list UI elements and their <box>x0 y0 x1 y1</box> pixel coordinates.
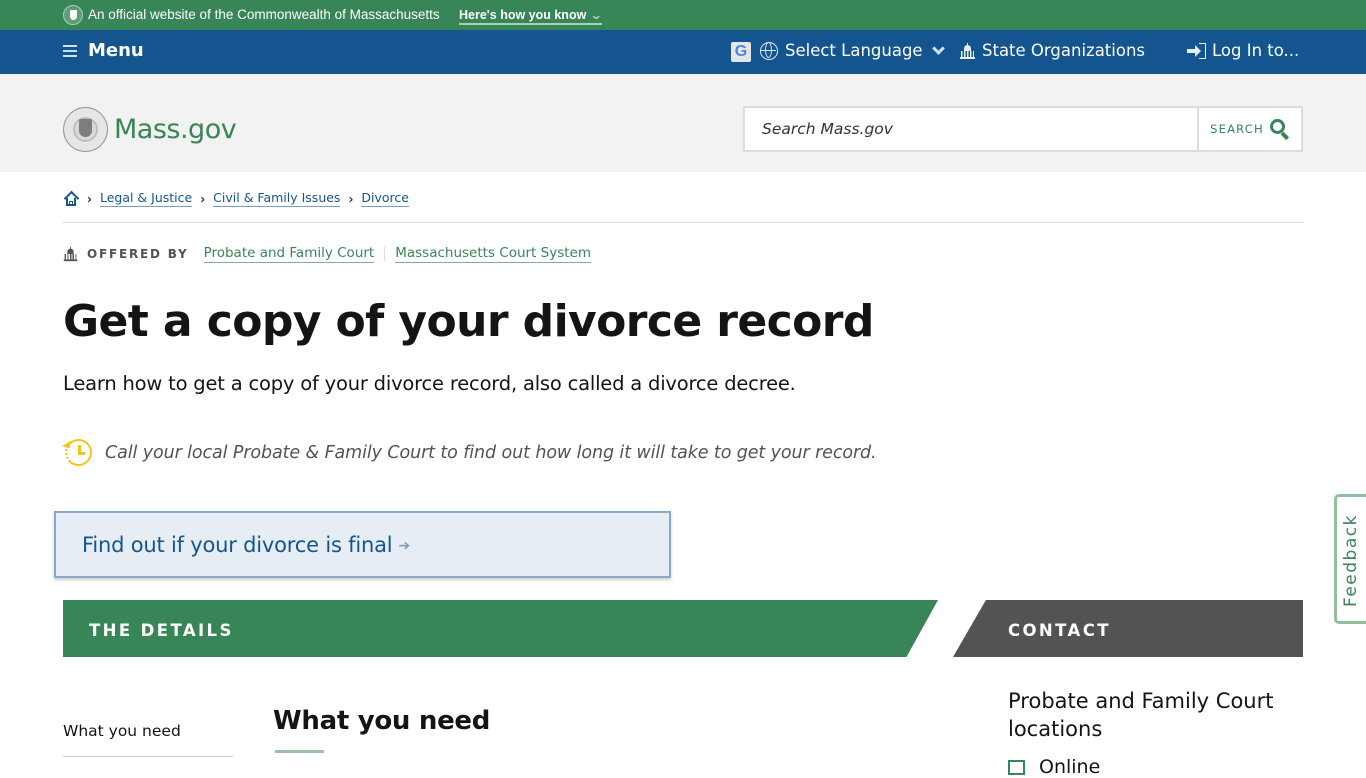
site-header: Mass.gov SEARCH <box>0 74 1366 172</box>
page-lede: Learn how to get a copy of your divorce … <box>63 372 796 395</box>
chevron-right-icon: › <box>348 190 354 207</box>
site-search: SEARCH <box>743 106 1303 152</box>
feedback-label: Feedback <box>1341 514 1361 607</box>
page-title: Get a copy of your divorce record <box>63 296 874 347</box>
toc-divider <box>63 756 233 757</box>
offered-by: OFFERED BY Probate and Family Court Mass… <box>63 245 591 263</box>
state-organizations-label: State Organizations <box>982 41 1146 60</box>
hamburger-icon <box>63 44 77 57</box>
google-translate-icon: G <box>731 42 751 62</box>
org-link-probate-family-court[interactable]: Probate and Family Court <box>203 245 375 263</box>
timing-notice: Call your local Probate & Family Court t… <box>62 437 877 468</box>
toc-item-what-you-need[interactable]: What you need <box>63 722 233 740</box>
breadcrumb-civil-family-issues[interactable]: Civil & Family Issues <box>213 190 341 207</box>
state-seal-icon <box>63 5 83 25</box>
feedback-tab[interactable]: Feedback <box>1334 494 1366 624</box>
timing-notice-text: Call your local Probate & Family Court t… <box>105 442 877 463</box>
capitol-building-icon <box>63 246 78 262</box>
language-label: Select Language <box>785 41 923 60</box>
state-seal-icon <box>63 107 108 152</box>
arrow-right-icon: ➔ <box>398 538 411 554</box>
chevron-right-icon: › <box>200 190 206 207</box>
globe-icon <box>760 41 778 60</box>
menu-button[interactable]: Menu <box>63 40 144 61</box>
offered-by-label: OFFERED BY <box>87 247 189 261</box>
state-organizations-button[interactable]: State Organizations <box>960 41 1145 60</box>
how-link-label: Here's how you know <box>459 8 587 22</box>
contact-online-label: Online <box>1039 756 1101 778</box>
official-site-banner: An official website of the Commonwealth … <box>0 0 1366 30</box>
brand-name: Mass.gov <box>114 114 237 145</box>
online-icon <box>1008 759 1025 775</box>
heading-underline <box>275 750 324 753</box>
contact-header-label: CONTACT <box>1008 621 1111 640</box>
menu-label: Menu <box>88 40 144 61</box>
contact-court-locations-toggle[interactable]: Probate and Family Court locations <box>1008 687 1303 743</box>
chevron-right-icon: › <box>87 190 92 207</box>
details-section-header: THE DETAILS <box>63 600 938 657</box>
official-site-text: An official website of the Commonwealth … <box>88 7 440 22</box>
home-icon[interactable] <box>63 190 79 207</box>
search-icon <box>1269 119 1290 141</box>
breadcrumb-legal-justice[interactable]: Legal & Justice <box>99 190 193 207</box>
contact-item-online: Online <box>1008 756 1100 778</box>
mass-gov-logo-link[interactable]: Mass.gov <box>63 107 237 152</box>
heres-how-you-know-link[interactable]: Here's how you know ⌄ <box>459 7 604 25</box>
chevron-down-icon <box>931 41 945 55</box>
breadcrumb: › Legal & Justice › Civil & Family Issue… <box>63 190 409 207</box>
search-input[interactable] <box>745 108 1197 150</box>
org-link-mass-court-system[interactable]: Massachusetts Court System <box>395 245 591 263</box>
section-heading-what-you-need: What you need <box>273 706 491 736</box>
chevron-down-icon: ⌄ <box>589 8 604 22</box>
search-button-label: SEARCH <box>1210 122 1264 136</box>
login-button[interactable]: Log In to... <box>1187 41 1299 60</box>
contact-section-header: CONTACT <box>953 600 1303 657</box>
breadcrumb-divorce[interactable]: Divorce <box>361 190 409 207</box>
callout-label: Find out if your divorce is final <box>82 532 393 557</box>
sign-in-icon <box>1187 42 1207 60</box>
org-divider <box>384 247 386 261</box>
search-button[interactable]: SEARCH <box>1197 108 1301 150</box>
clock-history-icon <box>62 437 94 468</box>
details-header-label: THE DETAILS <box>89 621 234 640</box>
login-label: Log In to... <box>1212 41 1300 60</box>
capitol-building-icon <box>960 42 975 59</box>
utility-nav: Menu G Select Language State Organizatio… <box>0 30 1366 74</box>
find-out-divorce-final-link[interactable]: Find out if your divorce is final ➔ <box>54 511 671 578</box>
breadcrumb-divider <box>63 222 1303 223</box>
select-language-dropdown[interactable]: Select Language <box>760 41 945 60</box>
